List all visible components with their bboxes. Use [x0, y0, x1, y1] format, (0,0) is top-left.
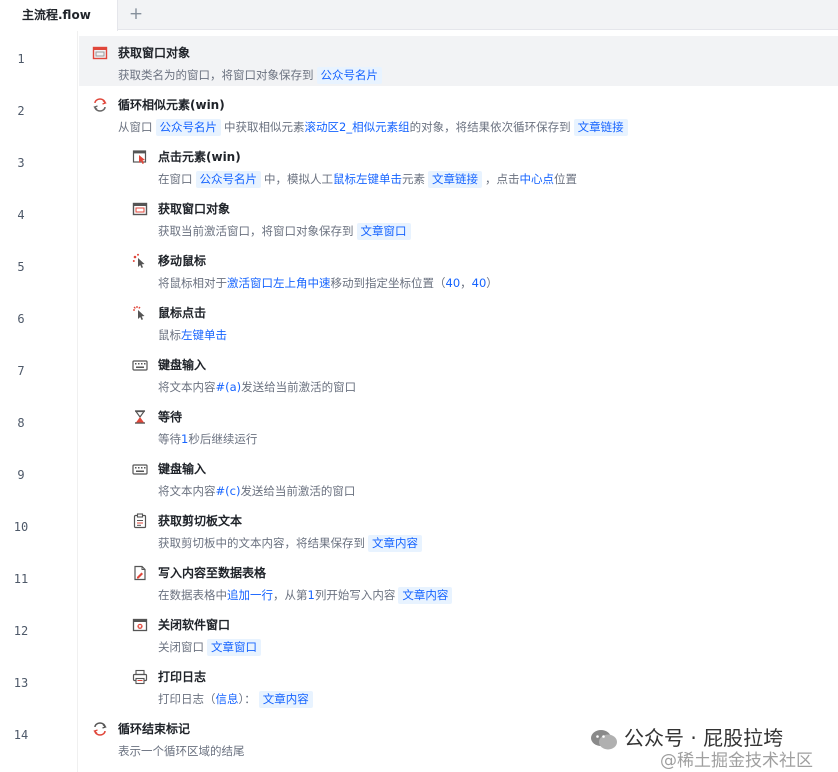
variable-tag[interactable]: 文章链接: [573, 119, 628, 136]
printer-icon: [132, 669, 148, 685]
line-gutter: 1 2 3 4 5 6 7 8 9 10 11 12 13 14: [0, 31, 78, 772]
step-desc: 获取剪切板中的文本内容，将结果保存到 文章内容: [158, 534, 425, 552]
variable-tag[interactable]: 文章窗口: [356, 223, 411, 240]
line-number: 2: [17, 104, 25, 118]
step-title: 键盘输入: [158, 358, 207, 372]
step-title: 点击元素(win): [158, 150, 241, 164]
step-desc: 打印日志（信息）： 文章内容: [158, 690, 316, 708]
step-desc: 关闭窗口 文章窗口: [158, 638, 264, 656]
step-title: 打印日志: [158, 670, 207, 684]
line-number: 11: [13, 572, 29, 586]
step-title: 获取窗口对象: [158, 202, 231, 216]
click-element-icon: [132, 149, 148, 165]
variable-tag[interactable]: 文章链接: [428, 171, 482, 188]
step-desc: 将文本内容#(c)发送给当前激活的窗口: [158, 484, 356, 498]
watermark-juejin: @稀土掘金技术社区: [660, 751, 813, 771]
line-number: 6: [17, 312, 25, 326]
step-desc: 从窗口 公众号名片 中获取相似元素滚动区2_相似元素组的对象，将结果依次循环保存到文…: [118, 118, 631, 136]
line-number: 14: [13, 728, 29, 742]
tab-main-flow[interactable]: 主流程.flow: [0, 0, 118, 31]
line-number: 10: [13, 520, 29, 534]
variable-tag[interactable]: 文章窗口: [207, 639, 261, 656]
step-title: 获取窗口对象: [118, 46, 191, 60]
step-desc: 鼠标左键单击: [158, 328, 227, 342]
step-title: 获取剪切板文本: [158, 514, 243, 528]
step-title: 写入内容至数据表格: [158, 566, 267, 580]
step-title: 移动鼠标: [158, 254, 207, 268]
add-tab-button[interactable]: +: [126, 4, 146, 24]
window-icon: [132, 201, 148, 217]
step-desc: 在窗口 公众号名片 中，模拟人工鼠标左键单击元素 文章链接 ，点击中心点位置: [158, 171, 577, 188]
keyboard-icon: [132, 357, 148, 373]
line-number: 3: [17, 156, 25, 170]
hourglass-icon: [132, 409, 148, 425]
variable-tag[interactable]: 公众号名片: [155, 119, 221, 136]
step-title: 关闭软件窗口: [158, 618, 231, 632]
window-icon: [92, 45, 108, 61]
variable-tag[interactable]: 公众号名片: [316, 67, 382, 84]
loop-icon: [92, 97, 108, 113]
clipboard-icon: [132, 513, 148, 529]
step-desc: 表示一个循环区域的结尾: [118, 744, 245, 758]
line-number: 1: [17, 52, 25, 66]
line-number: 13: [13, 676, 29, 690]
step-desc: 将文本内容#(a)发送给当前激活的窗口: [158, 380, 357, 394]
line-number: 12: [13, 624, 29, 638]
loop-end-icon: [92, 721, 108, 737]
line-number: 8: [17, 416, 25, 430]
step-title: 鼠标点击: [158, 306, 207, 320]
step-title: 循环相似元素(win): [118, 98, 225, 112]
line-number: 7: [17, 364, 25, 378]
move-mouse-icon: [132, 253, 148, 269]
keyboard-icon: [132, 461, 148, 477]
variable-tag[interactable]: 公众号名片: [195, 171, 261, 188]
line-number: 4: [17, 208, 25, 222]
step-desc: 将鼠标相对于激活窗口左上角中速移动到指定坐标位置（40，40）: [158, 276, 498, 290]
close-window-icon: [132, 617, 148, 633]
line-number: 9: [17, 468, 25, 482]
line-number: 5: [17, 260, 25, 274]
step-desc: 等待1秒后继续运行: [158, 432, 258, 446]
step-title: 循环结束标记: [118, 722, 191, 736]
step-title: 键盘输入: [158, 462, 207, 476]
wechat-icon: [590, 729, 618, 751]
variable-tag[interactable]: 文章内容: [398, 587, 453, 604]
tab-bar: 主流程.flow +: [0, 0, 838, 31]
step-desc: 在数据表格中追加一行，从第1列开始写入内容 文章内容: [158, 586, 455, 604]
mouse-click-icon: [132, 305, 148, 321]
step-desc: 获取当前激活窗口，将窗口对象保存到 文章窗口: [158, 222, 414, 240]
variable-tag[interactable]: 文章内容: [258, 691, 313, 708]
step-desc: 获取类名为的窗口，将窗口对象保存到 公众号名片: [118, 66, 385, 84]
variable-tag[interactable]: 文章内容: [368, 535, 422, 552]
step-title: 等待: [158, 410, 183, 424]
write-table-icon: [132, 565, 148, 581]
